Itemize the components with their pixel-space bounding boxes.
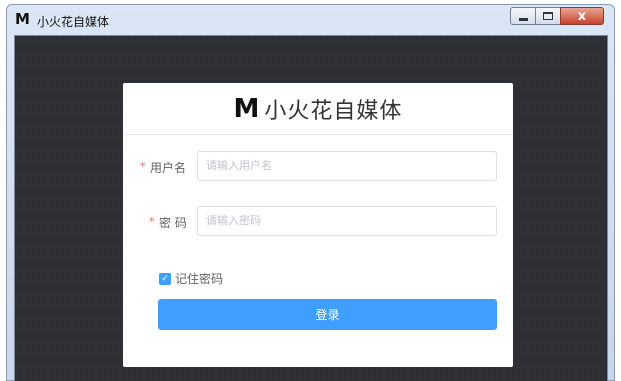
remember-checkbox[interactable]: ✓: [159, 272, 171, 285]
brand-title: 小火花自媒体: [264, 98, 403, 124]
window-client-area: M 小火花自媒体 * 用户名 请输入用户名 * 密 码 请输入密码 ✓ 记住密码…: [14, 35, 608, 381]
close-button[interactable]: x: [560, 7, 604, 25]
password-label: 密 码: [159, 216, 187, 230]
required-mark: *: [149, 215, 155, 228]
password-input[interactable]: 请输入密码: [197, 206, 497, 236]
remember-label: 记住密码: [175, 272, 224, 286]
close-icon: x: [577, 8, 587, 24]
minimize-button[interactable]: [510, 7, 536, 25]
brand-logo-icon: M: [233, 93, 260, 124]
title-bar[interactable]: M 小火花自媒体 x: [7, 5, 614, 35]
remember-password[interactable]: ✓ 记住密码: [159, 270, 223, 287]
app-logo-icon: M: [15, 10, 30, 28]
login-button[interactable]: 登录: [158, 299, 497, 330]
login-card: M 小火花自媒体 * 用户名 请输入用户名 * 密 码 请输入密码 ✓ 记住密码…: [123, 83, 513, 367]
maximize-icon: [543, 12, 553, 20]
window-title: 小火花自媒体: [37, 15, 110, 29]
username-row: * 用户名 请输入用户名: [123, 151, 513, 183]
app-window: M 小火花自媒体 x M 小火花自媒体 * 用户名 请输入用户名 * 密 码 请…: [6, 4, 615, 381]
maximize-button[interactable]: [535, 7, 561, 25]
card-header: M 小火花自媒体: [123, 83, 513, 135]
username-label: 用户名: [150, 161, 187, 175]
username-input[interactable]: 请输入用户名: [197, 151, 497, 181]
window-controls: x: [510, 7, 604, 25]
minimize-icon: [518, 17, 528, 21]
required-mark: *: [140, 160, 146, 173]
password-row: * 密 码 请输入密码: [123, 206, 513, 238]
